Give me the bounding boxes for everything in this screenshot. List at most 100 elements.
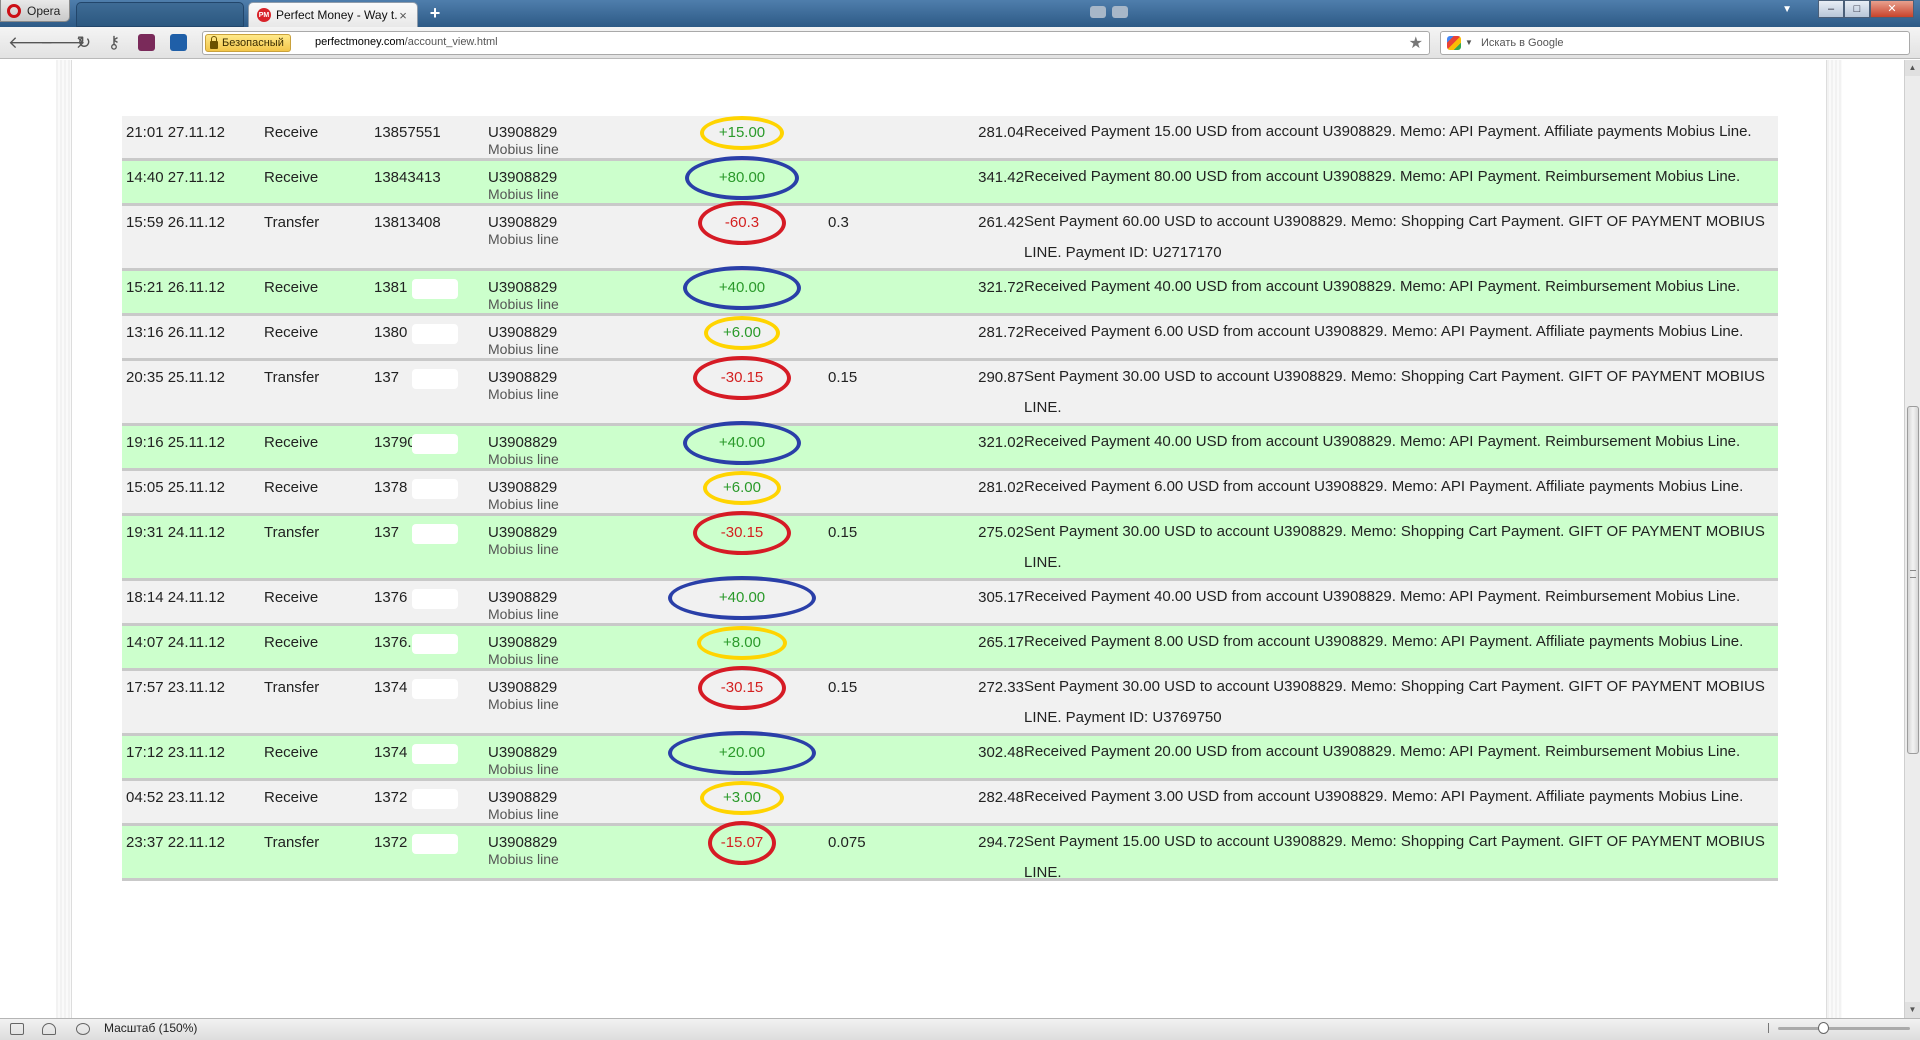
maximize-button[interactable]: □: [1844, 0, 1870, 18]
tx-account-name: Mobius line: [488, 496, 559, 512]
tx-amount: +8.00: [723, 634, 761, 651]
scrollbar-thumb[interactable]: [1907, 406, 1919, 754]
tx-datetime: 23:37 22.11.12: [126, 834, 225, 851]
scroll-down-icon[interactable]: ▼: [1905, 1002, 1920, 1018]
table-row: 18:14 24.11.12 Receive 1376 U3908829 Mobius …: [122, 576, 1778, 626]
tx-type: Receive: [264, 634, 319, 651]
tx-description: Received Payment 6.00 USD from account U…: [1024, 478, 1744, 495]
tx-account: U3908829 Mobius line: [488, 744, 559, 776]
redaction-mask: [412, 589, 458, 609]
tx-account: U3908829 Mobius line: [488, 434, 559, 466]
perfect-money-favicon-icon: PM: [257, 8, 271, 22]
tx-datetime: 04:52 23.11.12: [126, 789, 225, 806]
table-row: 21:01 27.11.12 Receive 13857551 U3908829 Mob…: [122, 116, 1778, 161]
tx-type: Receive: [264, 479, 319, 496]
tx-account: U3908829 Mobius line: [488, 279, 559, 311]
table-row: 23:37 22.11.12 Transfer 1372 U3908829 Mobius…: [122, 821, 1778, 881]
opera-menu-button[interactable]: Opera: [0, 0, 70, 22]
tx-account: U3908829 Mobius line: [488, 634, 559, 666]
tx-balance: 281.02: [978, 479, 1024, 496]
tx-balance: 281.72: [978, 324, 1024, 341]
redaction-mask: [412, 434, 458, 454]
tab-title: Perfect Money - Way t...: [276, 8, 397, 22]
google-icon[interactable]: [1447, 36, 1461, 50]
tx-balance: 305.17: [978, 589, 1024, 606]
tx-account: U3908829 Mobius line: [488, 789, 559, 821]
speed-dial-icon[interactable]: [76, 1023, 90, 1035]
close-window-button[interactable]: ✕: [1870, 0, 1914, 18]
tx-type: Transfer: [264, 524, 320, 541]
tx-account-id: U3908829: [488, 589, 558, 606]
zoom-slider-thumb[interactable]: [1818, 1022, 1829, 1034]
redaction-mask: [412, 524, 458, 544]
new-tab-button[interactable]: +: [424, 3, 446, 24]
tx-batch: 13790: [374, 434, 416, 451]
transactions-table: 21:01 27.11.12 Receive 13857551 U3908829 Mob…: [122, 116, 1778, 881]
key-icon[interactable]: ⚷: [104, 33, 124, 53]
bookmark-star-icon[interactable]: ★: [1409, 33, 1423, 53]
search-field[interactable]: ▼ Искать в Google: [1440, 31, 1910, 55]
tx-account-id: U3908829: [488, 324, 558, 341]
tx-amount: +80.00: [718, 169, 766, 186]
zoom-reset-mark[interactable]: [1768, 1023, 1774, 1033]
tx-amount: -30.15: [720, 524, 764, 541]
tx-type: Transfer: [264, 369, 320, 386]
tx-account: U3908829 Mobius line: [488, 169, 559, 201]
trash-icon[interactable]: [1112, 6, 1128, 18]
tx-account: U3908829 Mobius line: [488, 679, 559, 711]
tab-stack-icon[interactable]: [1090, 6, 1106, 18]
tx-description: Received Payment 20.00 USD from account …: [1024, 743, 1741, 760]
cloud-icon[interactable]: [42, 1023, 56, 1035]
table-row: 04:52 23.11.12 Receive 1372 U3908829 Mobius …: [122, 781, 1778, 826]
redaction-mask: [412, 324, 458, 344]
tx-account: U3908829 Mobius line: [488, 214, 559, 246]
back-icon[interactable]: 🡐: [8, 33, 54, 53]
tx-type: Receive: [264, 434, 319, 451]
close-tab-icon[interactable]: ×: [397, 8, 409, 23]
chevron-down-icon[interactable]: ▼: [1465, 38, 1473, 47]
tx-fee: 0.075: [828, 834, 866, 851]
tab-background[interactable]: [76, 2, 244, 27]
tab-list-arrow-icon[interactable]: ▼: [1782, 4, 1792, 15]
vertical-scrollbar[interactable]: ▲ ▼: [1904, 60, 1920, 1018]
zoom-slider-track[interactable]: [1778, 1027, 1910, 1030]
scroll-up-icon[interactable]: ▲: [1905, 60, 1920, 76]
redaction-mask: [412, 369, 458, 389]
tx-amount: +6.00: [723, 324, 761, 341]
tx-amount: +40.00: [718, 434, 766, 451]
tx-type: Transfer: [264, 679, 320, 696]
search-placeholder: Искать в Google: [1481, 37, 1564, 49]
table-row: 17:12 23.11.12 Receive 1374 U3908829 Mobius …: [122, 731, 1778, 781]
url-text[interactable]: perfectmoney.com/account_view.html: [315, 36, 498, 48]
url-path: /account_view.html: [404, 36, 498, 48]
panel-toggle-icon[interactable]: [10, 1023, 24, 1035]
tx-account: U3908829 Mobius line: [488, 479, 559, 511]
tx-datetime: 15:21 26.11.12: [126, 279, 225, 296]
tx-batch: 1380: [374, 324, 408, 341]
tx-batch: 13813408: [374, 214, 441, 231]
table-row: 15:05 25.11.12 Receive 1378 U3908829 Mobius …: [122, 471, 1778, 516]
tx-account-name: Mobius line: [488, 761, 559, 777]
redaction-mask: [412, 479, 458, 499]
lock-icon: [210, 35, 218, 49]
tx-description: Sent Payment 30.00 USD to account U39088…: [1024, 368, 1765, 416]
tx-balance: 290.87: [978, 369, 1024, 386]
extension-icon[interactable]: [138, 34, 155, 51]
tx-description: Sent Payment 30.00 USD to account U39088…: [1024, 678, 1765, 726]
tx-type: Receive: [264, 324, 319, 341]
security-badge[interactable]: Безопасный: [205, 34, 291, 52]
extension-icon[interactable]: [170, 34, 187, 51]
reload-icon[interactable]: ↻: [74, 33, 94, 53]
page-viewport: 21:01 27.11.12 Receive 13857551 U3908829 Mob…: [0, 60, 1904, 1018]
tx-datetime: 14:40 27.11.12: [126, 169, 225, 186]
forward-icon[interactable]: 🡒: [40, 33, 86, 53]
minimize-button[interactable]: –: [1818, 0, 1844, 18]
tx-account-id: U3908829: [488, 369, 558, 386]
tx-account-name: Mobius line: [488, 541, 559, 557]
url-host: perfectmoney.com: [315, 36, 405, 48]
tx-account-name: Mobius line: [488, 651, 559, 667]
tx-account: U3908829 Mobius line: [488, 369, 559, 401]
address-bar[interactable]: Безопасный perfectmoney.com/account_view…: [202, 31, 1430, 55]
tx-type: Receive: [264, 744, 319, 761]
tab-active[interactable]: PM Perfect Money - Way t... ×: [248, 2, 418, 27]
